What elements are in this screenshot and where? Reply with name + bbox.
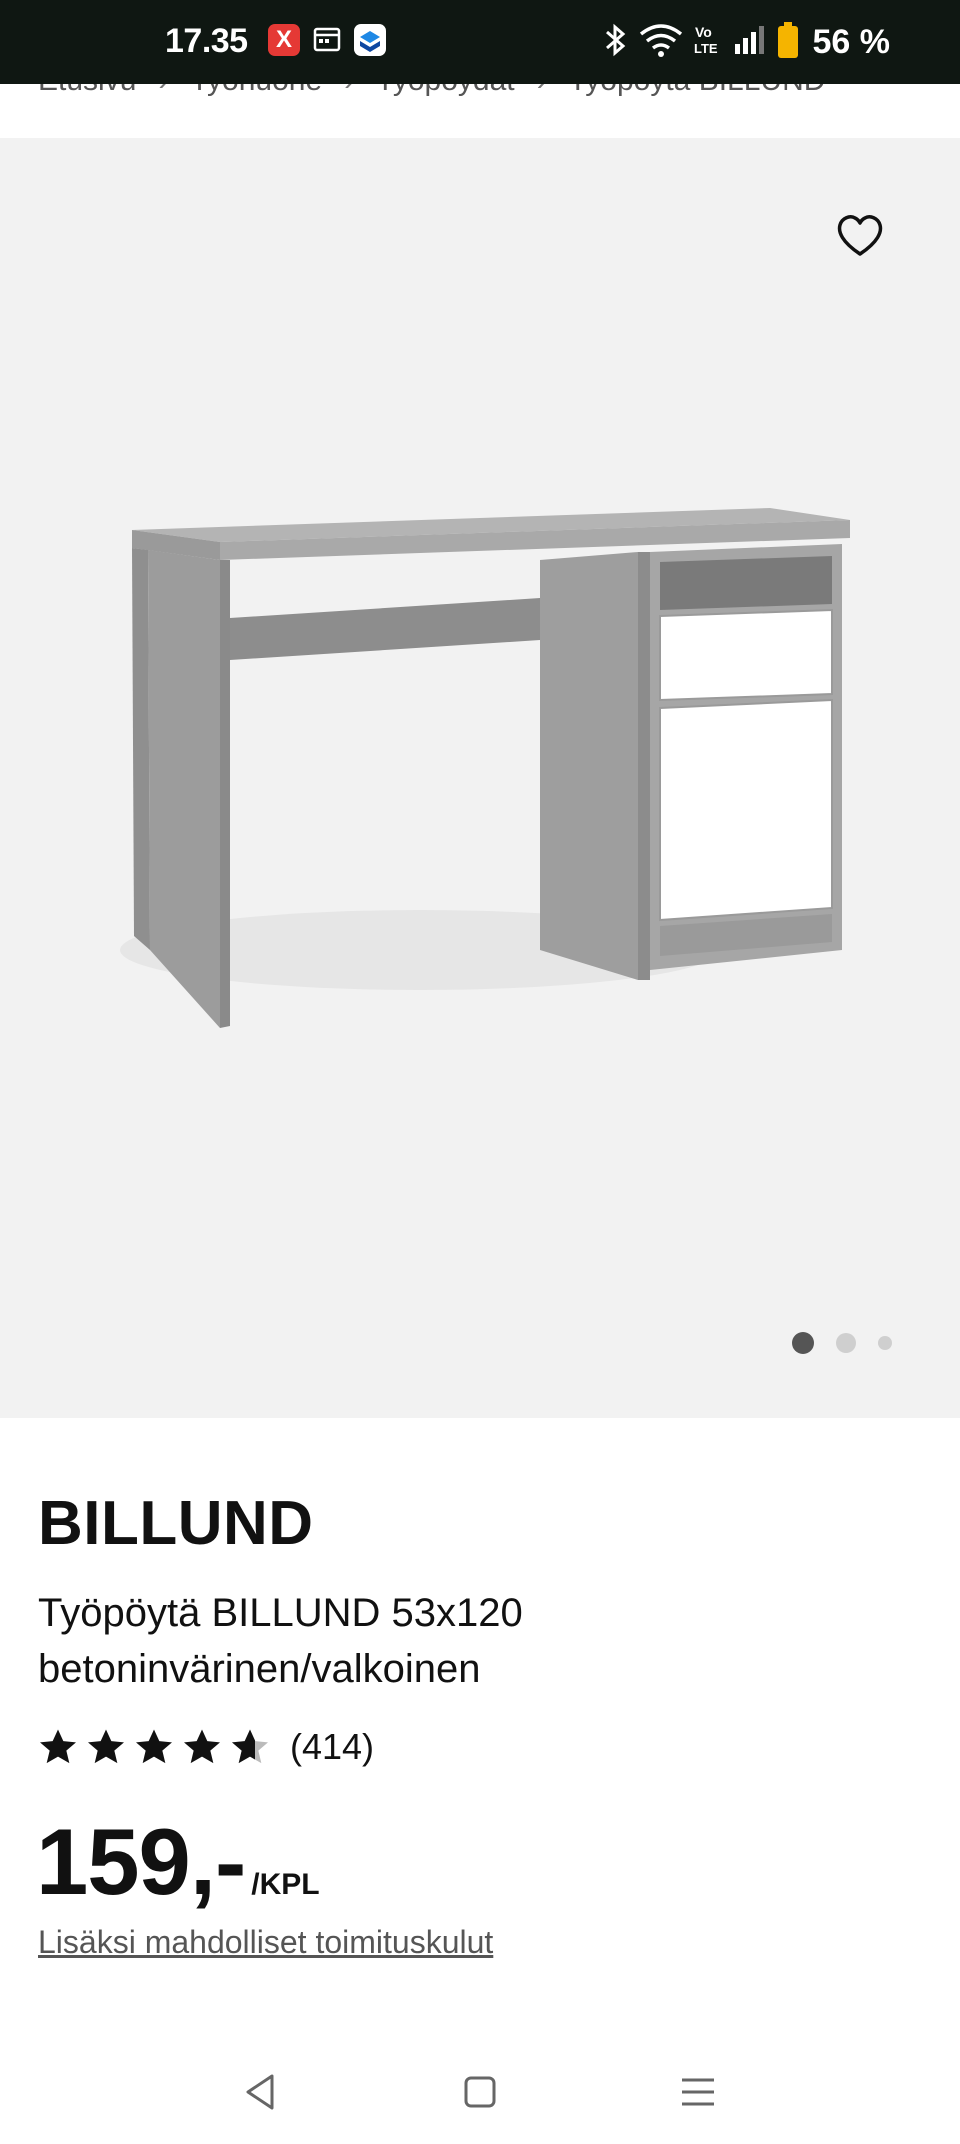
status-bar: 17.35 X Vo LTE 56 % <box>0 0 960 84</box>
bluetooth-icon <box>603 22 629 63</box>
star-icon <box>88 1729 124 1764</box>
breadcrumb-item[interactable]: Etusivu <box>38 84 136 98</box>
chevron-right-icon: › <box>344 84 354 98</box>
system-navigation-bar <box>0 2040 960 2144</box>
star-icon <box>40 1729 76 1764</box>
product-image <box>90 480 870 1045</box>
gallery-dot[interactable] <box>878 1336 892 1350</box>
signal-icon <box>733 24 767 61</box>
volte-icon: Vo LTE <box>693 22 723 63</box>
gallery-pagination <box>792 1332 892 1354</box>
calendar-icon <box>312 24 342 54</box>
back-icon[interactable] <box>236 2066 288 2118</box>
menu-icon[interactable] <box>672 2066 724 2118</box>
gallery-dot[interactable] <box>836 1333 856 1353</box>
chevron-right-icon: › <box>537 84 547 98</box>
breadcrumb-item[interactable]: Työpöydät <box>376 84 514 98</box>
breadcrumb: Etusivu › Työhuone › Työpöydät › Työpöyt… <box>0 84 960 138</box>
x-app-icon: X <box>268 24 300 56</box>
review-count[interactable]: (414) <box>290 1726 374 1768</box>
rating-stars <box>38 1727 270 1767</box>
battery-percentage: 56 % <box>812 22 891 61</box>
battery-icon <box>777 21 799 64</box>
breadcrumb-item[interactable]: Työhuone <box>190 84 322 98</box>
product-brand: BILLUND <box>38 1489 314 1558</box>
shipping-costs-link[interactable]: Lisäksi mahdolliset toimituskulut <box>38 1924 493 1961</box>
product-price: 159,- /KPL <box>36 1808 320 1916</box>
wifi-icon <box>639 22 683 63</box>
product-description: Työpöytä BILLUND 53x120 betoninvärinen/v… <box>38 1591 523 1691</box>
status-time: 17.35 <box>165 22 248 60</box>
home-icon[interactable] <box>454 2066 506 2118</box>
favorite-heart-icon[interactable] <box>832 208 888 264</box>
svg-text:LTE: LTE <box>694 41 718 56</box>
price-value: 159,- <box>36 1809 246 1914</box>
product-rating[interactable]: (414) <box>38 1726 374 1768</box>
chevron-right-icon: › <box>158 84 168 98</box>
svg-text:Vo: Vo <box>695 24 712 40</box>
star-icon <box>136 1729 172 1764</box>
status-icons: Vo LTE 56 % <box>603 20 891 64</box>
app-icon <box>354 24 386 56</box>
breadcrumb-item: Työpöytä BILLUND <box>569 84 826 98</box>
star-icon <box>184 1729 220 1764</box>
gallery-dot-active[interactable] <box>792 1332 814 1354</box>
price-unit: /KPL <box>251 1868 320 1901</box>
half-star-icon <box>232 1729 268 1764</box>
